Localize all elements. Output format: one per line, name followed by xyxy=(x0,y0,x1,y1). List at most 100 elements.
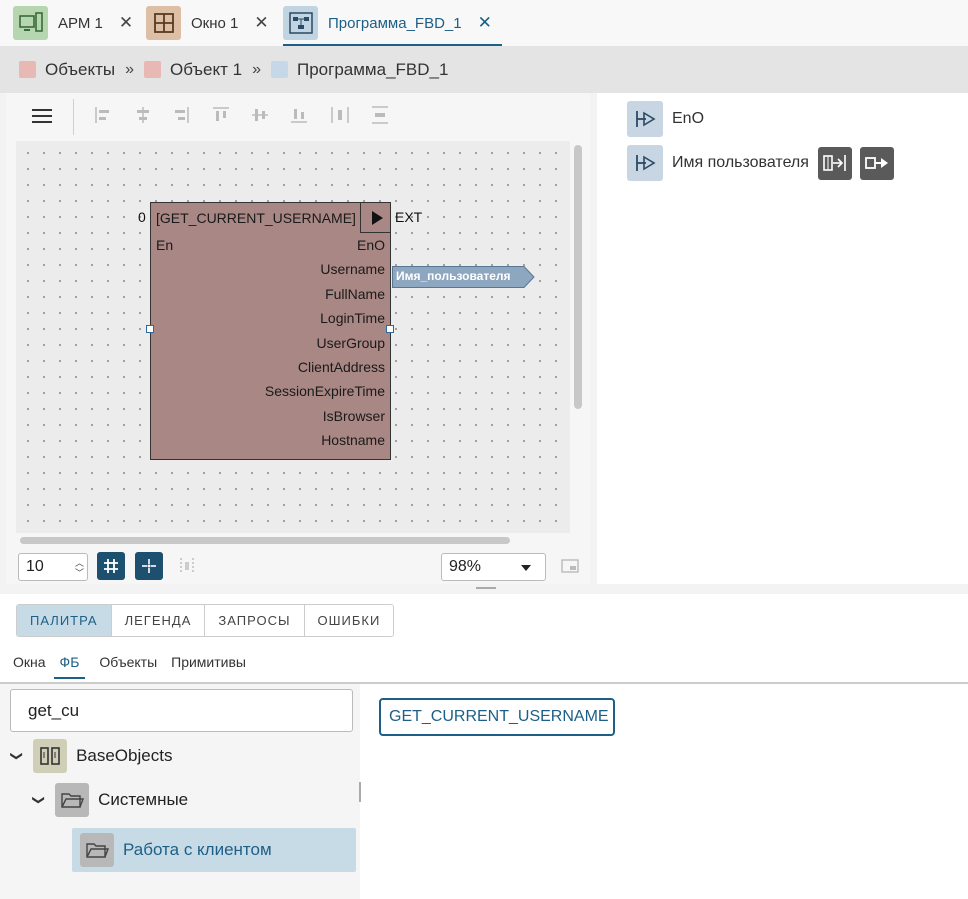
breadcrumb-item-object1[interactable]: Объект 1 xyxy=(144,60,242,80)
fb-execution-index: 0 xyxy=(138,209,146,225)
subtab-objects[interactable]: Объекты xyxy=(99,654,157,679)
folder-icon xyxy=(80,833,114,867)
tab-bar: АРМ 1 ✕ Окно 1 ✕ Программа_FBD_1 ✕ xyxy=(0,0,968,46)
tab-arm1[interactable]: АРМ 1 ✕ xyxy=(13,4,133,42)
chevron-down-icon xyxy=(521,565,531,571)
fb-block-get-current-username[interactable]: [GET_CURRENT_USERNAME] En EnO Username F… xyxy=(150,202,391,460)
align-center-v-icon[interactable] xyxy=(251,106,269,124)
breadcrumb-item-program[interactable]: Программа_FBD_1 xyxy=(271,60,448,80)
tree-label: BaseObjects xyxy=(76,746,173,765)
fb-input-pin[interactable]: En xyxy=(156,237,173,253)
grid-toggle-button[interactable] xyxy=(97,552,125,580)
guides-icon xyxy=(180,558,194,574)
fb-block-title: [GET_CURRENT_USERNAME] xyxy=(156,210,356,226)
fb-output-pin[interactable]: Username xyxy=(320,261,385,277)
app-root: АРМ 1 ✕ Окно 1 ✕ Программа_FBD_1 ✕ Объек… xyxy=(0,0,968,899)
breadcrumb: Объекты » Объект 1 » Программа_FBD_1 xyxy=(0,46,968,93)
breadcrumb-item-objects[interactable]: Объекты xyxy=(19,60,115,80)
vertical-scrollbar[interactable] xyxy=(574,145,582,409)
distribute-v-icon[interactable] xyxy=(371,106,389,124)
link-to-block-icon xyxy=(823,155,846,171)
close-icon[interactable]: ✕ xyxy=(119,13,133,33)
tab-label: Программа_FBD_1 xyxy=(328,14,462,32)
output-variable-tag[interactable]: Имя_пользователя xyxy=(392,266,536,288)
fb-library-tree-panel: get_cu ❯ BaseObjects ❯ Системные Работа … xyxy=(0,684,360,899)
splitter-grip[interactable] xyxy=(476,587,496,589)
tab-label: АРМ 1 xyxy=(58,14,103,32)
resize-handle-left[interactable] xyxy=(146,325,154,333)
tab-palette[interactable]: ПАЛИТРА xyxy=(17,605,112,636)
grid-icon xyxy=(104,559,118,573)
output-arrow-icon xyxy=(865,157,888,169)
vertical-splitter-grip[interactable] xyxy=(359,782,361,802)
tab-queries[interactable]: ЗАПРОСЫ xyxy=(205,605,305,636)
tab-fbd-program[interactable]: Программа_FBD_1 ✕ xyxy=(283,4,492,42)
chevron-down-icon[interactable]: ❯ xyxy=(10,751,24,761)
chevron-down-icon[interactable]: ❯ xyxy=(32,795,46,805)
resize-handle-right[interactable] xyxy=(386,325,394,333)
align-bottom-icon[interactable] xyxy=(290,106,308,124)
tree-item-system[interactable]: ❯ Системные xyxy=(32,783,188,817)
close-icon[interactable]: ✕ xyxy=(478,13,492,33)
fb-output-pin[interactable]: SessionExpireTime xyxy=(265,383,385,399)
tree-label: Работа с клиентом xyxy=(123,840,272,859)
toolbar-divider xyxy=(73,99,74,135)
object-color-icon xyxy=(144,61,162,78)
variable-label: EnO xyxy=(672,110,705,127)
library-icon xyxy=(33,739,68,773)
fb-output-pin[interactable]: EnO xyxy=(357,237,385,253)
output-variable-icon xyxy=(627,145,663,181)
search-input[interactable]: get_cu xyxy=(10,689,353,732)
align-top-icon[interactable] xyxy=(212,106,230,124)
fb-ext-label: EXT xyxy=(395,209,423,225)
palette-subtabs: Окна ФБ Объекты Примитивы xyxy=(13,654,260,679)
tree-item-client-work[interactable]: Работа с клиентом xyxy=(72,828,356,872)
fb-output-pin[interactable]: IsBrowser xyxy=(323,408,385,424)
fb-palette-item[interactable]: GET_CURRENT_USERNAME xyxy=(379,698,615,736)
stepper-down-icon[interactable]: ﹀ xyxy=(75,566,84,579)
align-left-icon[interactable] xyxy=(94,106,112,124)
output-variable-name: Имя_пользователя xyxy=(396,269,511,283)
minimap-button[interactable] xyxy=(556,552,584,580)
distribute-h-icon[interactable] xyxy=(331,106,349,124)
fb-output-pin[interactable]: ClientAddress xyxy=(298,359,385,375)
tree-item-baseobjects[interactable]: ❯ BaseObjects xyxy=(10,739,173,773)
breadcrumb-label: Объекты xyxy=(45,59,116,79)
fb-output-pin[interactable]: UserGroup xyxy=(317,335,385,351)
fb-output-pin[interactable]: FullName xyxy=(325,286,385,302)
align-center-h-icon[interactable] xyxy=(134,106,152,124)
fb-output-pin[interactable]: Hostname xyxy=(321,432,385,448)
zoom-select[interactable]: 98% xyxy=(441,553,546,581)
variable-item-eno[interactable]: EnO xyxy=(627,101,704,137)
guides-toggle-button[interactable] xyxy=(173,552,201,580)
subtab-primitives[interactable]: Примитивы xyxy=(171,654,246,679)
tab-window1[interactable]: Окно 1 ✕ xyxy=(146,4,269,42)
folder-icon xyxy=(55,783,90,817)
add-output-button[interactable] xyxy=(859,146,894,180)
snap-toggle-button[interactable] xyxy=(135,552,163,580)
play-icon[interactable] xyxy=(360,202,391,233)
horizontal-scrollbar[interactable] xyxy=(20,537,510,544)
insert-to-block-button[interactable] xyxy=(817,146,852,180)
tab-errors[interactable]: ОШИБКИ xyxy=(304,605,394,636)
grid-step-input[interactable]: 10 ︿ ﹀ xyxy=(18,553,88,581)
horizontal-splitter[interactable] xyxy=(0,584,968,594)
palette-panel: ПАЛИТРА ЛЕГЕНДА ЗАПРОСЫ ОШИБКИ Окна ФБ О… xyxy=(0,594,968,899)
zoom-value: 98% xyxy=(449,558,482,575)
subtab-fb[interactable]: ФБ xyxy=(53,654,86,679)
program-color-icon xyxy=(271,61,288,78)
align-right-icon[interactable] xyxy=(172,106,190,124)
variable-item-username[interactable]: Имя пользователя xyxy=(627,145,894,181)
window-grid-icon xyxy=(146,6,181,40)
close-icon[interactable]: ✕ xyxy=(254,13,268,33)
tab-legend[interactable]: ЛЕГЕНДА xyxy=(111,605,206,636)
breadcrumb-separator: » xyxy=(125,60,135,78)
output-variable-icon xyxy=(627,101,663,137)
variable-label: Имя пользователя xyxy=(672,154,809,171)
menu-icon[interactable] xyxy=(32,109,52,123)
breadcrumb-separator: » xyxy=(252,60,261,78)
fb-output-pin[interactable]: LoginTime xyxy=(320,310,385,326)
subtab-windows[interactable]: Окна xyxy=(13,654,46,679)
fbd-editor-panel: 0 [GET_CURRENT_USERNAME] En EnO Username… xyxy=(6,93,590,584)
editor-toolbar xyxy=(6,93,590,139)
